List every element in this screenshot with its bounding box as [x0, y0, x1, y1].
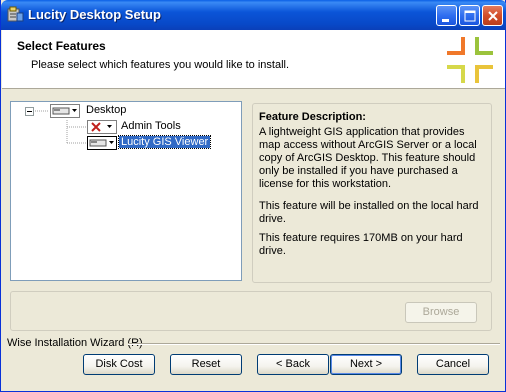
description-paragraph: A lightweight GIS application that provi…: [259, 126, 477, 190]
disk-cost-button[interactable]: Disk Cost: [83, 354, 155, 375]
page-subtitle: Please select which features you would l…: [31, 59, 290, 71]
reset-button[interactable]: Reset: [170, 354, 242, 375]
installer-app-icon: [7, 6, 24, 22]
page-title: Select Features: [17, 39, 106, 53]
description-paragraph: This feature requires 170MB on your hard…: [259, 232, 463, 257]
page-header: Select Features Please select which feat…: [2, 30, 505, 89]
tree-label-selected: Lucity GIS Viewer: [117, 135, 212, 149]
minimize-button[interactable]: [436, 5, 457, 26]
browse-button[interactable]: Browse: [405, 302, 477, 323]
back-button[interactable]: < Back: [257, 354, 329, 375]
tree-node-desktop[interactable]: Desktop: [11, 103, 241, 119]
x-dropdown-icon[interactable]: [87, 120, 117, 134]
close-icon: [488, 11, 498, 21]
title-bar[interactable]: Lucity Desktop Setup: [1, 0, 506, 30]
install-path-box: Browse: [10, 291, 492, 331]
close-button[interactable]: [482, 5, 503, 26]
description-title: Feature Description:: [259, 111, 366, 123]
drive-dropdown-icon[interactable]: [50, 104, 80, 118]
window-title: Lucity Desktop Setup: [28, 7, 161, 22]
setup-window: Lucity Desktop Setup Select Features Ple…: [0, 0, 506, 392]
tree-label: Admin Tools: [121, 120, 181, 132]
maximize-button[interactable]: [459, 5, 480, 26]
tree-node-lucity-gis-viewer[interactable]: Lucity GIS Viewer: [11, 135, 241, 151]
tree-node-admin-tools[interactable]: Admin Tools: [11, 119, 241, 135]
drive-dropdown-icon[interactable]: [87, 136, 117, 150]
footer-divider: [128, 343, 500, 345]
wizard-branding: Wise Installation Wizard (R): [7, 337, 143, 349]
tree-label: Desktop: [86, 104, 127, 116]
next-button[interactable]: Next >: [330, 354, 402, 375]
maximize-icon: [464, 10, 476, 22]
feature-tree[interactable]: Desktop Admin Tools Lucity GIS Viewer: [10, 101, 242, 281]
minimize-icon: [442, 19, 449, 22]
cancel-button[interactable]: Cancel: [417, 354, 489, 375]
lucity-logo-icon: [447, 37, 493, 83]
feature-description-panel: Feature Description: A lightweight GIS a…: [252, 103, 492, 283]
description-paragraph: This feature will be installed on the lo…: [259, 200, 479, 225]
collapse-icon[interactable]: [25, 107, 34, 116]
